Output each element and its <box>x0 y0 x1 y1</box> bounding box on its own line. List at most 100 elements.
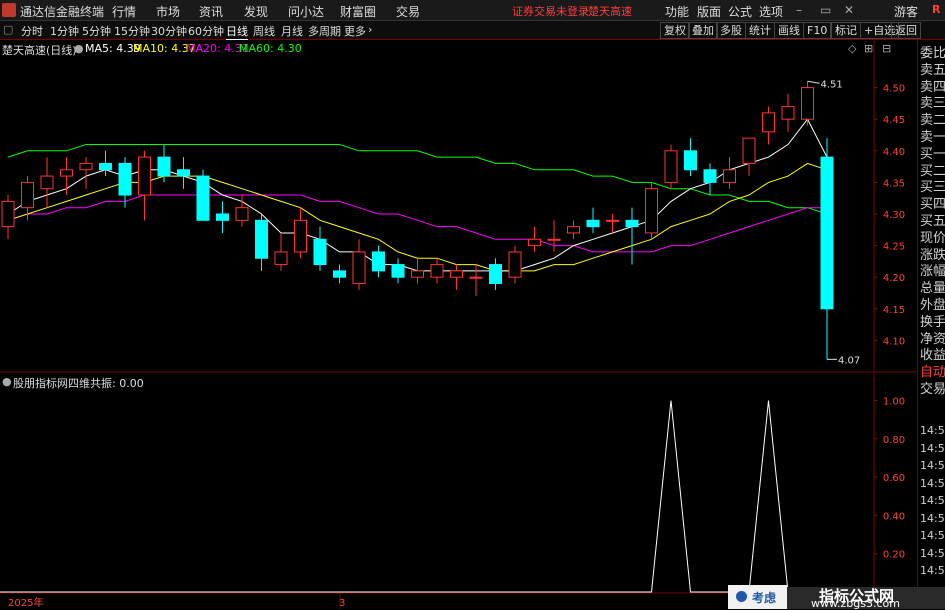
watermark-url: www.zbgs3.com <box>811 597 900 610</box>
candle <box>684 138 697 177</box>
candle <box>372 245 385 278</box>
candle <box>664 144 678 189</box>
candle <box>801 81 814 126</box>
candle-body <box>118 162 132 196</box>
candle <box>820 138 834 360</box>
candle <box>79 157 93 189</box>
ma20-line <box>7 194 827 253</box>
indicator-tick-label: 0.80 <box>883 435 905 446</box>
indicator-menu-icon[interactable]: ● <box>2 375 12 388</box>
quote-side-panel: 委比 卖五 卖四 卖三 卖二 卖一 买一 买二 买三 买四 买五 现价 涨跌 涨幅 总量 外盘 换手 净资 收益 自动… <box>917 40 945 609</box>
candle-body <box>625 219 639 228</box>
min-price-label: 4.07 <box>838 355 860 366</box>
candle-body <box>157 156 171 177</box>
candle <box>177 157 190 189</box>
candle-body <box>820 156 834 310</box>
candle-body <box>684 150 697 171</box>
candle-body <box>79 162 93 171</box>
candle-body <box>60 169 73 177</box>
candle-body <box>196 175 210 221</box>
indicator-tick-label: 0.20 <box>883 550 905 561</box>
candle <box>723 157 736 189</box>
candle <box>567 220 580 240</box>
candle-body <box>235 207 249 221</box>
price-tick-label: 4.20 <box>883 273 905 284</box>
candle <box>606 214 619 233</box>
trade-time: 14:56 <box>920 546 945 560</box>
candle-body <box>333 270 346 278</box>
info-icon <box>736 591 747 602</box>
month-label: 3 <box>339 598 345 609</box>
price-tick-label: 4.10 <box>883 336 905 347</box>
trade-time: 14:56 <box>920 564 945 577</box>
indicator-axis: 1.00 0.80 0.60 0.40 0.20 <box>874 396 905 561</box>
candle <box>255 214 268 271</box>
candle-body <box>313 238 327 266</box>
candle <box>645 182 658 240</box>
candle <box>391 258 405 284</box>
candle <box>528 226 541 252</box>
max-price-label: 4.51 <box>821 79 843 90</box>
candle-body <box>274 251 288 266</box>
candle <box>157 144 171 183</box>
indicator-tick-label: 0.40 <box>883 511 905 522</box>
candle-body <box>352 251 366 285</box>
chart-annotations: 4.51 4.07 2025年 3 <box>8 79 860 609</box>
candle-body <box>781 106 795 120</box>
candle-body <box>294 219 307 253</box>
indicator-tick-label: 0.60 <box>883 473 905 484</box>
candle <box>216 201 229 233</box>
candle-body <box>762 112 775 133</box>
candle-body <box>411 270 424 278</box>
price-tick-label: 4.30 <box>883 210 905 221</box>
candle <box>508 245 522 284</box>
settings-circle-icon[interactable]: ● <box>74 42 84 55</box>
candle-body <box>801 87 814 120</box>
candle <box>352 239 366 290</box>
trade-time: 14:56 <box>920 441 945 455</box>
candle-body <box>99 162 112 171</box>
candle <box>60 157 73 196</box>
candle <box>762 106 775 145</box>
price-tick-label: 4.15 <box>883 305 905 316</box>
candle-body <box>255 219 268 259</box>
watermark-badge: 指标公式网 www.zbgs3.com <box>787 587 945 610</box>
price-tick-label: 4.45 <box>883 115 905 126</box>
trade-time: 14:56 <box>920 511 945 525</box>
candle-body <box>664 150 678 183</box>
candle-body <box>645 188 658 234</box>
diamond-icon[interactable]: ◇ <box>848 42 856 55</box>
ma20-path <box>7 194 827 253</box>
indicator-tick-label: 1.00 <box>883 396 905 407</box>
price-tick-label: 4.50 <box>883 84 905 95</box>
year-label: 2025年 <box>8 596 43 609</box>
zoom-out-icon[interactable]: ⊟ <box>882 42 891 55</box>
kline-chart[interactable]: 4.50 4.45 4.40 4.35 4.30 4.25 4.20 4.15 4.10 1.0… <box>0 0 945 609</box>
price-axis: 4.50 4.45 4.40 4.35 4.30 4.25 4.20 4.15 4.10 <box>874 84 905 347</box>
candle-body <box>586 219 600 228</box>
candle <box>333 264 346 284</box>
ma60-label: MA60: 4.30 <box>239 42 302 55</box>
candle-body <box>742 137 756 164</box>
candle <box>489 258 502 290</box>
stock-title: 楚天高速(日线) <box>2 44 77 57</box>
trade-time: 14:56 <box>920 529 945 542</box>
candle <box>586 207 600 233</box>
candle-body <box>138 156 151 196</box>
candle-body <box>489 264 502 285</box>
candle <box>411 258 424 284</box>
candle <box>469 264 483 297</box>
candle <box>99 150 112 177</box>
candle <box>781 93 795 132</box>
candle-body <box>450 270 463 278</box>
consider-popup[interactable]: 考虑 <box>728 585 787 609</box>
candle-body <box>547 238 561 241</box>
zoom-icon[interactable]: ⊞ <box>864 42 873 55</box>
candle-body <box>21 181 34 209</box>
candle-body <box>508 251 522 278</box>
candle-body <box>216 213 229 221</box>
side-item[interactable]: 交易 <box>920 378 945 397</box>
candle <box>625 207 639 265</box>
trade-time: 14:56 <box>920 476 945 490</box>
candle-body <box>177 169 190 177</box>
